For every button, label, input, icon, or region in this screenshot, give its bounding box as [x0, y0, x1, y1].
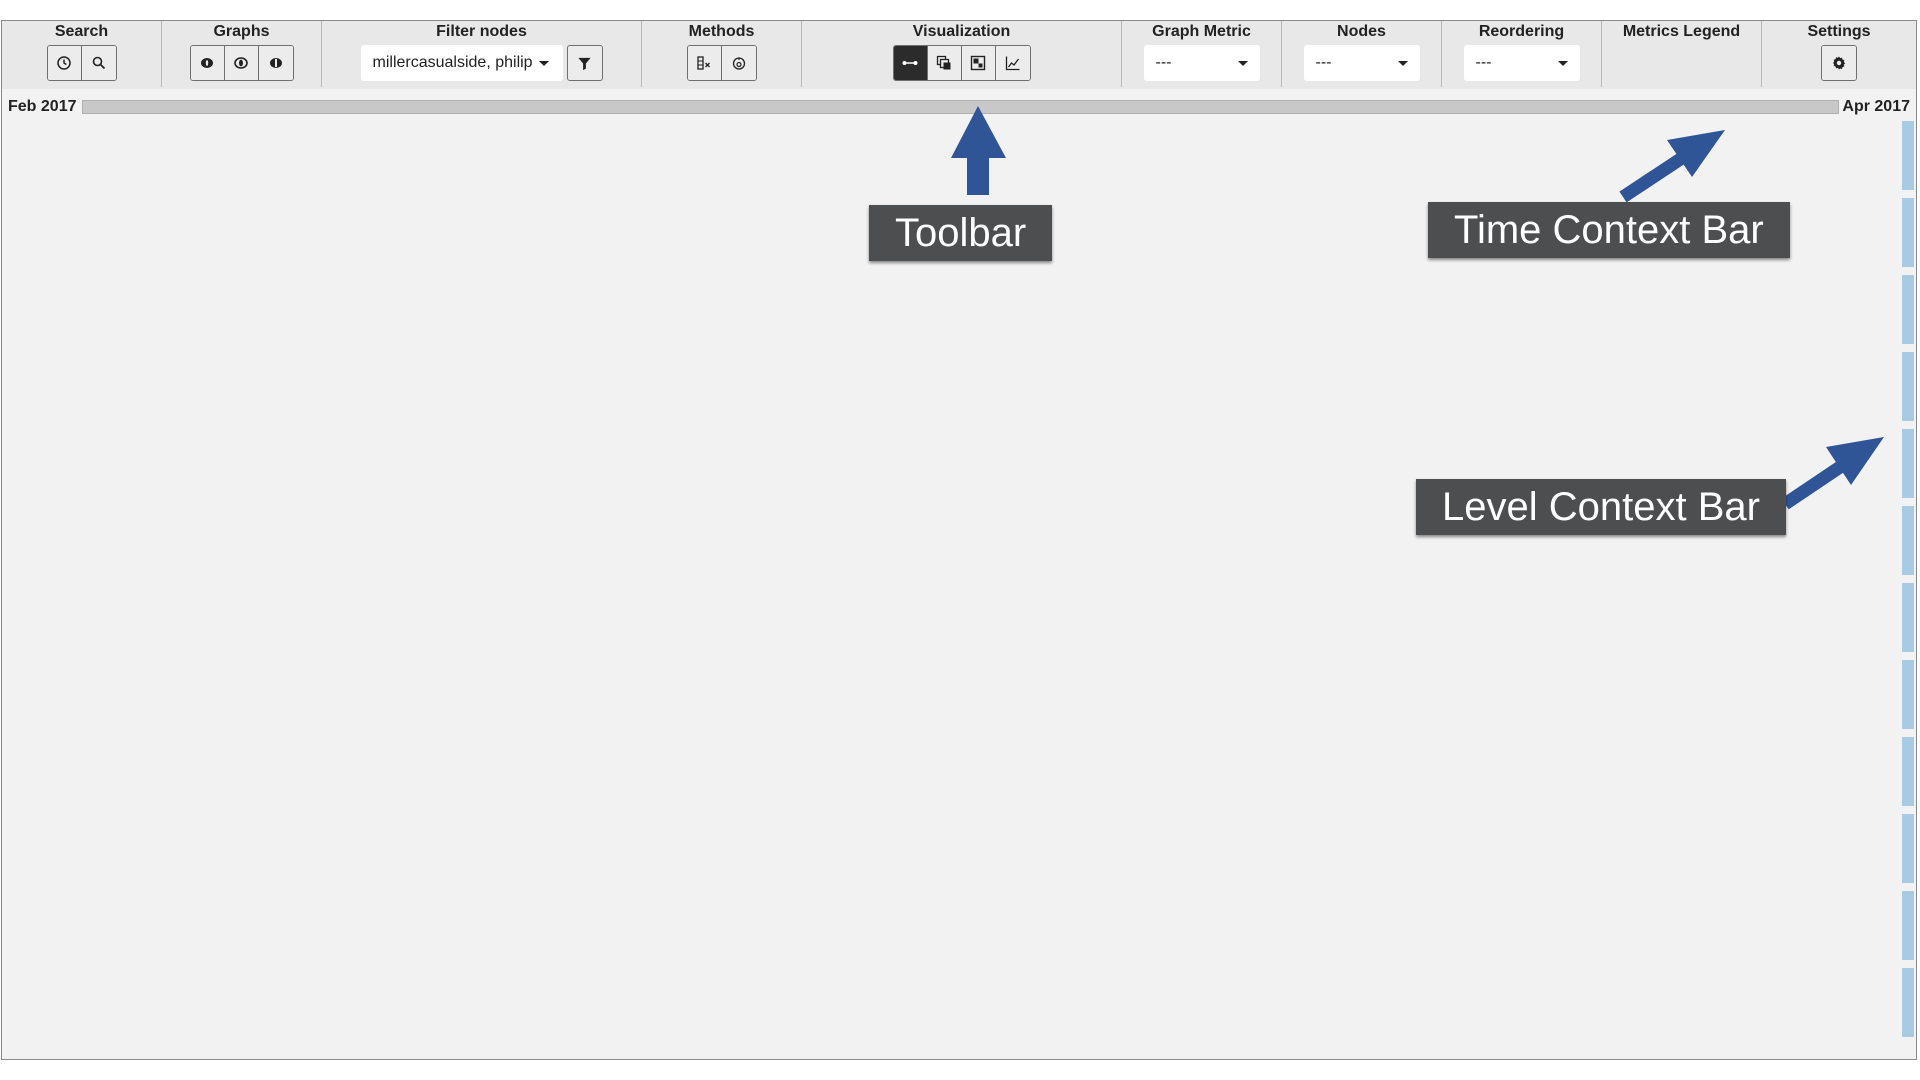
- toolbar-callout: Toolbar: [869, 205, 1053, 261]
- annotation-arrows: [951, 106, 1884, 510]
- level-context-arrow-shaft: [1781, 457, 1850, 510]
- time-context-arrow-head: [1667, 130, 1725, 177]
- time-context-arrow-shaft: [1619, 150, 1689, 203]
- toolbar-arrow: [951, 106, 1006, 195]
- level-context-bar-callout: Level Context Bar: [1416, 479, 1786, 535]
- time-context-bar-callout: Time Context Bar: [1428, 202, 1790, 258]
